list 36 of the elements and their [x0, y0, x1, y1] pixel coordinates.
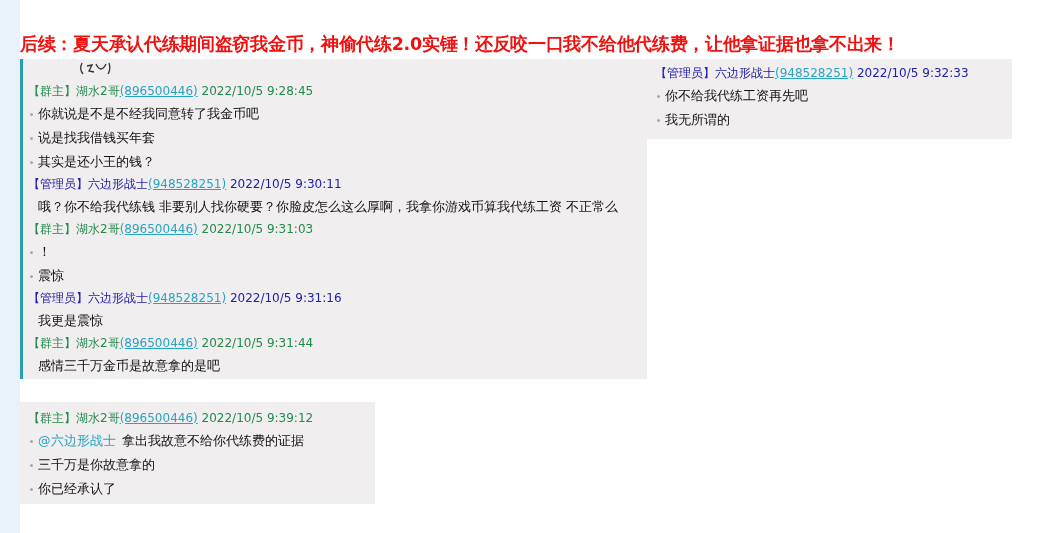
timestamp: 2022/10/5 9:30:11	[229, 177, 342, 191]
qq-link[interactable]: (896500446)	[119, 336, 198, 350]
headline: 后续：夏天承认代练期间盗窃我金币，神偷代练2.0实锤！还反咬一口我不给他代练费，让他拿证据也拿不出来！	[20, 33, 901, 56]
qq-link[interactable]: (896500446)	[119, 411, 198, 425]
timestamp: 2022/10/5 9:39:12	[201, 411, 314, 425]
sender-name: 【群主】湖水2哥	[28, 84, 120, 98]
qq-link[interactable]: (896500446)	[119, 84, 198, 98]
mention-link[interactable]: @六边形战士	[38, 429, 116, 453]
message-text: 你已经承认了	[38, 480, 116, 498]
sender-name: 【管理员】六边形战士	[28, 177, 148, 191]
sender-name: 【群主】湖水2哥	[28, 222, 120, 236]
sender-name: 【群主】湖水2哥	[28, 411, 120, 425]
qq-link[interactable]: (948528251)	[775, 66, 854, 80]
sender-name: 【管理员】六边形战士	[655, 66, 775, 80]
timestamp: 2022/10/5 9:31:44	[201, 336, 314, 350]
message-text: 我更是震惊	[38, 312, 103, 330]
sender-name: 【管理员】六边形战士	[28, 291, 148, 305]
message-text: ！	[38, 243, 51, 261]
qq-link[interactable]: (948528251)	[148, 291, 227, 305]
message-text: 你不给我代练工资再先吧	[665, 87, 808, 105]
message-text: 感情三千万金币是故意拿的是吧	[38, 357, 220, 375]
message-text: 说是找我借钱买年套	[38, 129, 155, 147]
message-text: 震惊	[38, 267, 64, 285]
message-text: 你就说是不是不经我同意转了我金币吧	[38, 105, 259, 123]
timestamp: 2022/10/5 9:31:03	[201, 222, 314, 236]
timestamp: 2022/10/5 9:31:16	[229, 291, 342, 305]
timestamp: 2022/10/5 9:32:33	[856, 66, 969, 80]
message-text: 哦？你不给我代练钱 非要别人找你硬要？你脸皮怎么这么厚啊，我拿你游戏币算我代练工资 不正常么	[38, 198, 618, 216]
timestamp: 2022/10/5 9:28:45	[201, 84, 314, 98]
message-text: 三千万是你故意拿的	[38, 456, 155, 474]
qq-link[interactable]: (948528251)	[148, 177, 227, 191]
qq-link[interactable]: (896500446)	[119, 222, 198, 236]
sender-name: 【群主】湖水2哥	[28, 336, 120, 350]
message-text: 拿出我故意不给你代练费的证据	[121, 432, 304, 450]
message-text: 其实是还小王的钱？	[38, 153, 155, 171]
message-text: 我无所谓的	[665, 111, 730, 129]
